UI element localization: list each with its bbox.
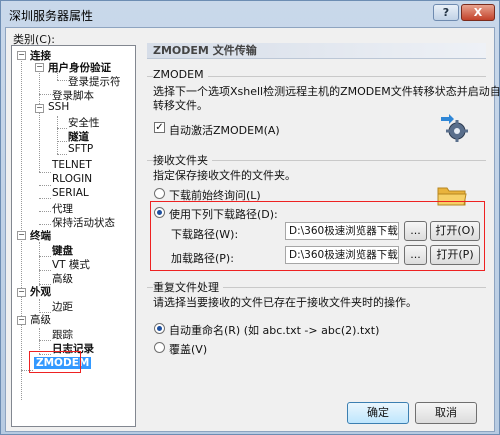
tree-item-proxy[interactable]: 代理: [52, 201, 73, 216]
overwrite-label[interactable]: 覆盖(V): [169, 341, 207, 357]
upload-path-label: 加载路径(P):: [171, 252, 234, 265]
overwrite-radio[interactable]: [154, 342, 165, 353]
properties-dialog: 深圳服务器属性 ? X 类别(C): − − − − − − 连接 用户身份验证…: [0, 0, 500, 435]
expand-toggle-ssh[interactable]: −: [35, 104, 44, 113]
download-path-label: 下载路径(W):: [171, 228, 239, 241]
close-button[interactable]: X: [461, 4, 495, 21]
receive-section-heading: 接收文件夹: [153, 152, 212, 168]
tree-item-tunnel[interactable]: 隧道: [68, 129, 89, 144]
zmodem-section-heading: ZMODEM: [153, 68, 208, 81]
window-title: 深圳服务器属性: [9, 9, 94, 23]
upload-path-input[interactable]: D:\360极速浏览器下载: [285, 246, 399, 264]
expand-toggle-advanced[interactable]: −: [17, 316, 26, 325]
tree-item-terminal[interactable]: 终端: [30, 228, 51, 243]
tree-item-margin[interactable]: 边距: [52, 299, 73, 314]
expand-toggle-user-auth[interactable]: −: [35, 63, 44, 72]
cancel-button[interactable]: 取消: [415, 402, 477, 424]
tree-item-login-prompt[interactable]: 登录提示符: [68, 74, 121, 89]
tree-item-sftp[interactable]: SFTP: [68, 143, 93, 155]
tree-item-user-auth[interactable]: 用户身份验证: [48, 60, 111, 75]
tree-item-keepalive[interactable]: 保持活动状态: [52, 215, 115, 230]
expand-toggle-connect[interactable]: −: [17, 51, 26, 60]
auto-activate-checkbox[interactable]: ✓: [154, 122, 165, 133]
help-button[interactable]: ?: [433, 4, 459, 21]
tree-item-keyboard[interactable]: 键盘: [52, 243, 73, 258]
download-browse-button[interactable]: ...: [404, 221, 427, 241]
use-path-radio[interactable]: [154, 207, 165, 218]
tree-item-trace[interactable]: 跟踪: [52, 327, 73, 342]
duplicate-section-heading: 重复文件处理: [153, 279, 223, 295]
tree-item-advanced[interactable]: 高级: [30, 312, 51, 327]
gear-transfer-icon: [441, 114, 468, 142]
expand-toggle-appearance[interactable]: −: [17, 288, 26, 297]
duplicate-description: 请选择当要接收的文件已存在于接收文件夹时的操作。: [153, 296, 417, 309]
open-download-folder-button[interactable]: 打开(O): [430, 221, 480, 241]
expand-toggle-terminal[interactable]: −: [17, 231, 26, 240]
auto-rename-radio[interactable]: [154, 323, 165, 334]
ask-before-download-radio[interactable]: [154, 188, 165, 199]
download-path-input[interactable]: D:\360极速浏览器下载: [285, 222, 399, 240]
tree-item-ssh[interactable]: SSH: [48, 101, 69, 113]
zmodem-highlight-box: [29, 351, 81, 373]
auto-activate-label[interactable]: 自动激活ZMODEM(A): [169, 122, 280, 138]
tree-item-term-advanced[interactable]: 高级: [52, 271, 73, 286]
tree-item-telnet[interactable]: TELNET: [52, 159, 92, 171]
use-path-label[interactable]: 使用下列下载路径(D):: [169, 206, 278, 222]
open-upload-folder-button[interactable]: 打开(P): [430, 245, 480, 265]
tree-item-security[interactable]: 安全性: [68, 115, 100, 130]
auto-rename-label[interactable]: 自动重命名(R) (如 abc.txt -> abc(2).txt): [169, 322, 379, 338]
tree-item-appearance[interactable]: 外观: [30, 284, 51, 299]
ok-button[interactable]: 确定: [347, 402, 409, 424]
title-bar: 深圳服务器属性 ? X: [1, 1, 499, 27]
upload-browse-button[interactable]: ...: [404, 245, 427, 265]
tree-item-vt-mode[interactable]: VT 模式: [52, 257, 90, 272]
zmodem-description-line2: 转移文件。: [153, 99, 208, 112]
tree-item-rlogin[interactable]: RLOGIN: [52, 173, 92, 185]
tree-item-serial[interactable]: SERIAL: [52, 187, 89, 199]
receive-description: 指定保存接收文件的文件夹。: [153, 169, 296, 182]
panel-title: ZMODEM 文件传输: [147, 43, 486, 59]
